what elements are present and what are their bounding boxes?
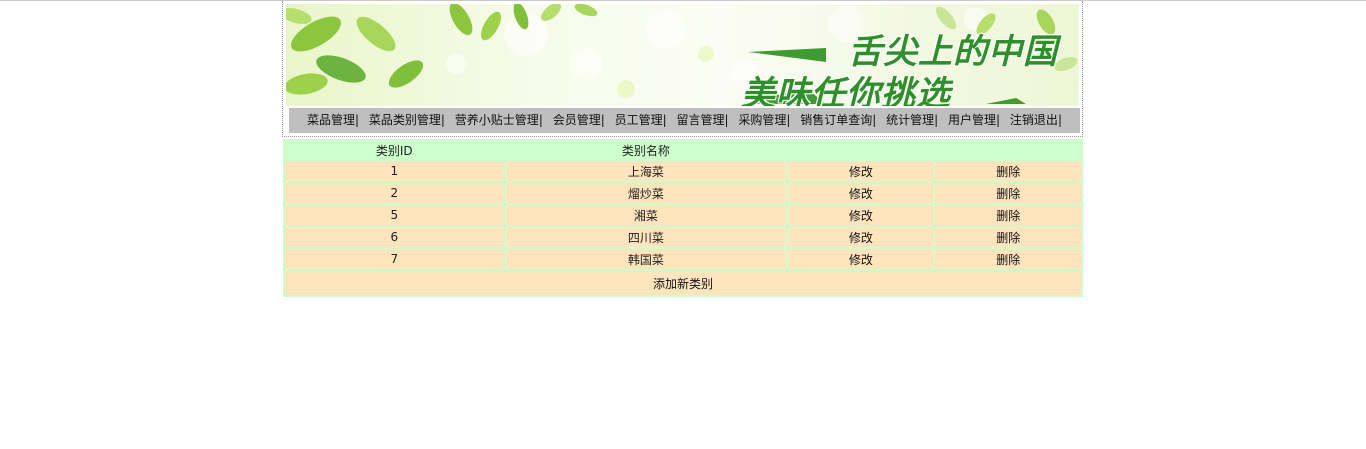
table-header-row: 类别ID 类别名称 <box>285 141 1081 159</box>
table-row: 5 湘菜 修改 删除 <box>285 205 1081 225</box>
edit-link[interactable]: 修改 <box>788 183 934 203</box>
add-row: 添加新类别 <box>285 271 1081 295</box>
nav-separator: | <box>996 113 1001 127</box>
nav-message-management[interactable]: 留言管理 <box>676 113 724 127</box>
banner-title-line2: 美味任你挑选 <box>741 74 951 106</box>
delete-link[interactable]: 删除 <box>935 205 1081 225</box>
header-empty <box>788 141 934 159</box>
delete-link[interactable]: 删除 <box>935 249 1081 269</box>
category-name: 韩国菜 <box>505 249 787 269</box>
nav-sales-order-query[interactable]: 销售订单查询 <box>800 113 872 127</box>
header-category-name: 类别名称 <box>505 141 787 159</box>
nav-dish-category-management[interactable]: 菜品类别管理 <box>369 113 441 127</box>
nav-separator: | <box>872 113 877 127</box>
category-name: 四川菜 <box>505 227 787 247</box>
table-row: 7 韩国菜 修改 删除 <box>285 249 1081 269</box>
main-nav: 菜品管理| 菜品类别管理| 营养小贴士管理| 会员管理| 员工管理| 留言管理|… <box>289 108 1080 133</box>
banner-image: 舌尖上的中国 美味任你挑选 <box>286 4 1079 106</box>
nav-separator: | <box>934 113 939 127</box>
nav-separator: | <box>600 113 605 127</box>
table-row: 2 熘炒菜 修改 删除 <box>285 183 1081 203</box>
category-table: 类别ID 类别名称 1 上海菜 修改 删除 2 熘炒菜 修改 删除 5 湘菜 修… <box>283 139 1083 297</box>
nav-separator: | <box>662 113 667 127</box>
nav-separator: | <box>724 113 729 127</box>
nav-member-management[interactable]: 会员管理 <box>553 113 601 127</box>
nav-statistics-management[interactable]: 统计管理 <box>886 113 934 127</box>
table-row: 6 四川菜 修改 删除 <box>285 227 1081 247</box>
delete-link[interactable]: 删除 <box>935 183 1081 203</box>
edit-link[interactable]: 修改 <box>788 227 934 247</box>
category-id: 6 <box>285 227 504 247</box>
edit-link[interactable]: 修改 <box>788 249 934 269</box>
banner-title-line1: 舌尖上的中国 <box>848 32 1058 72</box>
category-id: 1 <box>285 161 504 181</box>
nav-nutrition-tips-management[interactable]: 营养小贴士管理 <box>455 113 539 127</box>
edit-link[interactable]: 修改 <box>788 205 934 225</box>
nav-separator: | <box>1057 113 1062 127</box>
header-frame: 舌尖上的中国 美味任你挑选 菜品管理| 菜品类别管理| 营养小贴士管理| 会员管… <box>282 1 1083 137</box>
category-id: 2 <box>285 183 504 203</box>
table-row: 1 上海菜 修改 删除 <box>285 161 1081 181</box>
nav-purchase-management[interactable]: 采购管理 <box>738 113 786 127</box>
nav-separator: | <box>786 113 791 127</box>
category-id: 7 <box>285 249 504 269</box>
category-name: 上海菜 <box>505 161 787 181</box>
edit-link[interactable]: 修改 <box>788 161 934 181</box>
nav-separator: | <box>355 113 360 127</box>
delete-link[interactable]: 删除 <box>935 227 1081 247</box>
header-empty <box>935 141 1081 159</box>
category-id: 5 <box>285 205 504 225</box>
nav-user-management[interactable]: 用户管理 <box>948 113 996 127</box>
nav-separator: | <box>538 113 543 127</box>
nav-logout[interactable]: 注销退出 <box>1010 113 1058 127</box>
nav-separator: | <box>440 113 445 127</box>
nav-dish-management[interactable]: 菜品管理 <box>307 113 355 127</box>
delete-link[interactable]: 删除 <box>935 161 1081 181</box>
add-category-link[interactable]: 添加新类别 <box>285 271 1081 295</box>
nav-employee-management[interactable]: 员工管理 <box>615 113 663 127</box>
category-name: 湘菜 <box>505 205 787 225</box>
header-category-id: 类别ID <box>285 141 504 159</box>
category-name: 熘炒菜 <box>505 183 787 203</box>
